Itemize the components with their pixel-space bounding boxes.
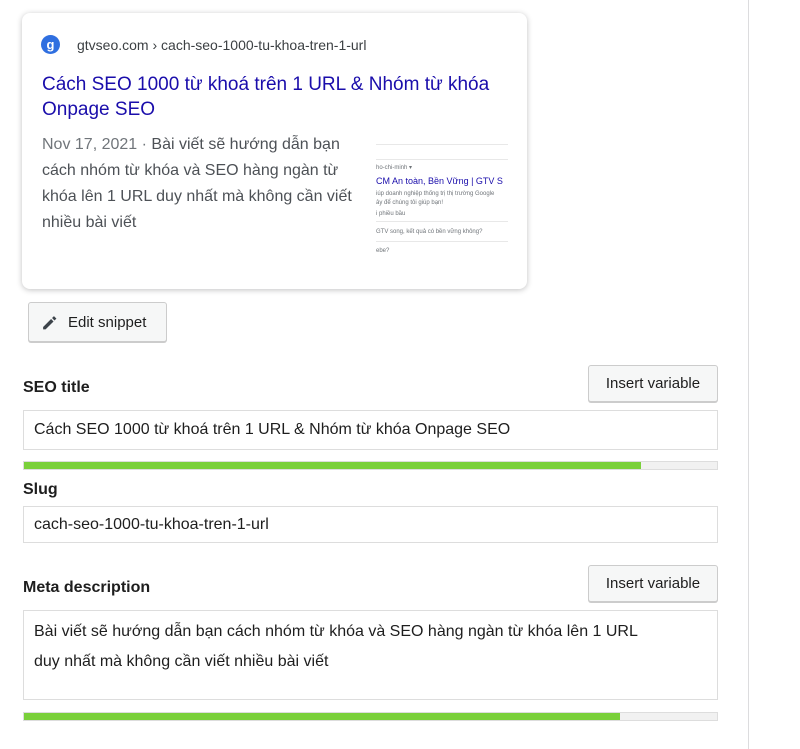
thumb-line-6: GTV song, kết quả có bền vững không? [376,229,483,235]
thumb-line-7: ebe? [376,248,390,254]
google-preview-card[interactable]: g gtvseo.com › cach-seo-1000-tu-khoa-tre… [22,13,527,289]
thumb-line-2: CM An toàn, Bền Vững | GTV S [376,176,503,186]
pencil-icon [43,315,57,329]
edit-snippet-button[interactable]: Edit snippet [28,302,167,342]
seo-title-input[interactable]: Cách SEO 1000 từ khoá trên 1 URL & Nhóm … [23,410,718,450]
seo-title-progress-fill [24,462,641,469]
thumb-line-1: ho-chi-minh ▾ [376,165,413,171]
slug-input[interactable]: cach-seo-1000-tu-khoa-tren-1-url [23,506,718,543]
slug-label: Slug [23,481,58,498]
preview-site-row: g gtvseo.com › cach-seo-1000-tu-khoa-tre… [41,35,366,54]
thumb-line-5: i phiều bầu [376,211,406,217]
panel-right-border [748,0,749,749]
preview-date: Nov 17, 2021 [42,136,138,153]
meta-description-label: Meta description [23,579,151,596]
preview-thumbnail: ho-chi-minh ▾ CM An toàn, Bền Vững | GTV… [376,141,508,261]
meta-description-line-1: Bài viết sẽ hướng dẫn bạn cách nhóm từ k… [34,623,638,640]
thumb-line-4: ây để chúng tôi giúp bạn! [376,200,444,206]
preview-description-block: Nov 17, 2021 · Bài viết sẽ hướng dẫn bạn… [42,132,352,236]
meta-description-insert-variable-button[interactable]: Insert variable [588,565,718,602]
meta-description-line-2: duy nhất mà không cần viết nhiều bài viế… [34,653,329,670]
preview-breadcrumb: gtvseo.com › cach-seo-1000-tu-khoa-tren-… [77,36,367,53]
meta-description-input[interactable]: Bài viết sẽ hướng dẫn bạn cách nhóm từ k… [23,610,718,700]
thumb-line-3: iúp doanh nghiệp thống trị thị trường Go… [376,191,495,197]
edit-snippet-label: Edit snippet [68,313,147,331]
meta-description-progress-fill [24,713,620,720]
site-favicon-icon: g [41,35,60,54]
seo-title-label: SEO title [23,379,90,396]
seo-title-insert-variable-button[interactable]: Insert variable [588,365,718,402]
preview-title[interactable]: Cách SEO 1000 từ khoá trên 1 URL & Nhóm … [42,72,492,122]
seo-title-progress-bar [23,461,718,470]
preview-date-separator: · [137,136,152,153]
meta-description-progress-bar [23,712,718,721]
